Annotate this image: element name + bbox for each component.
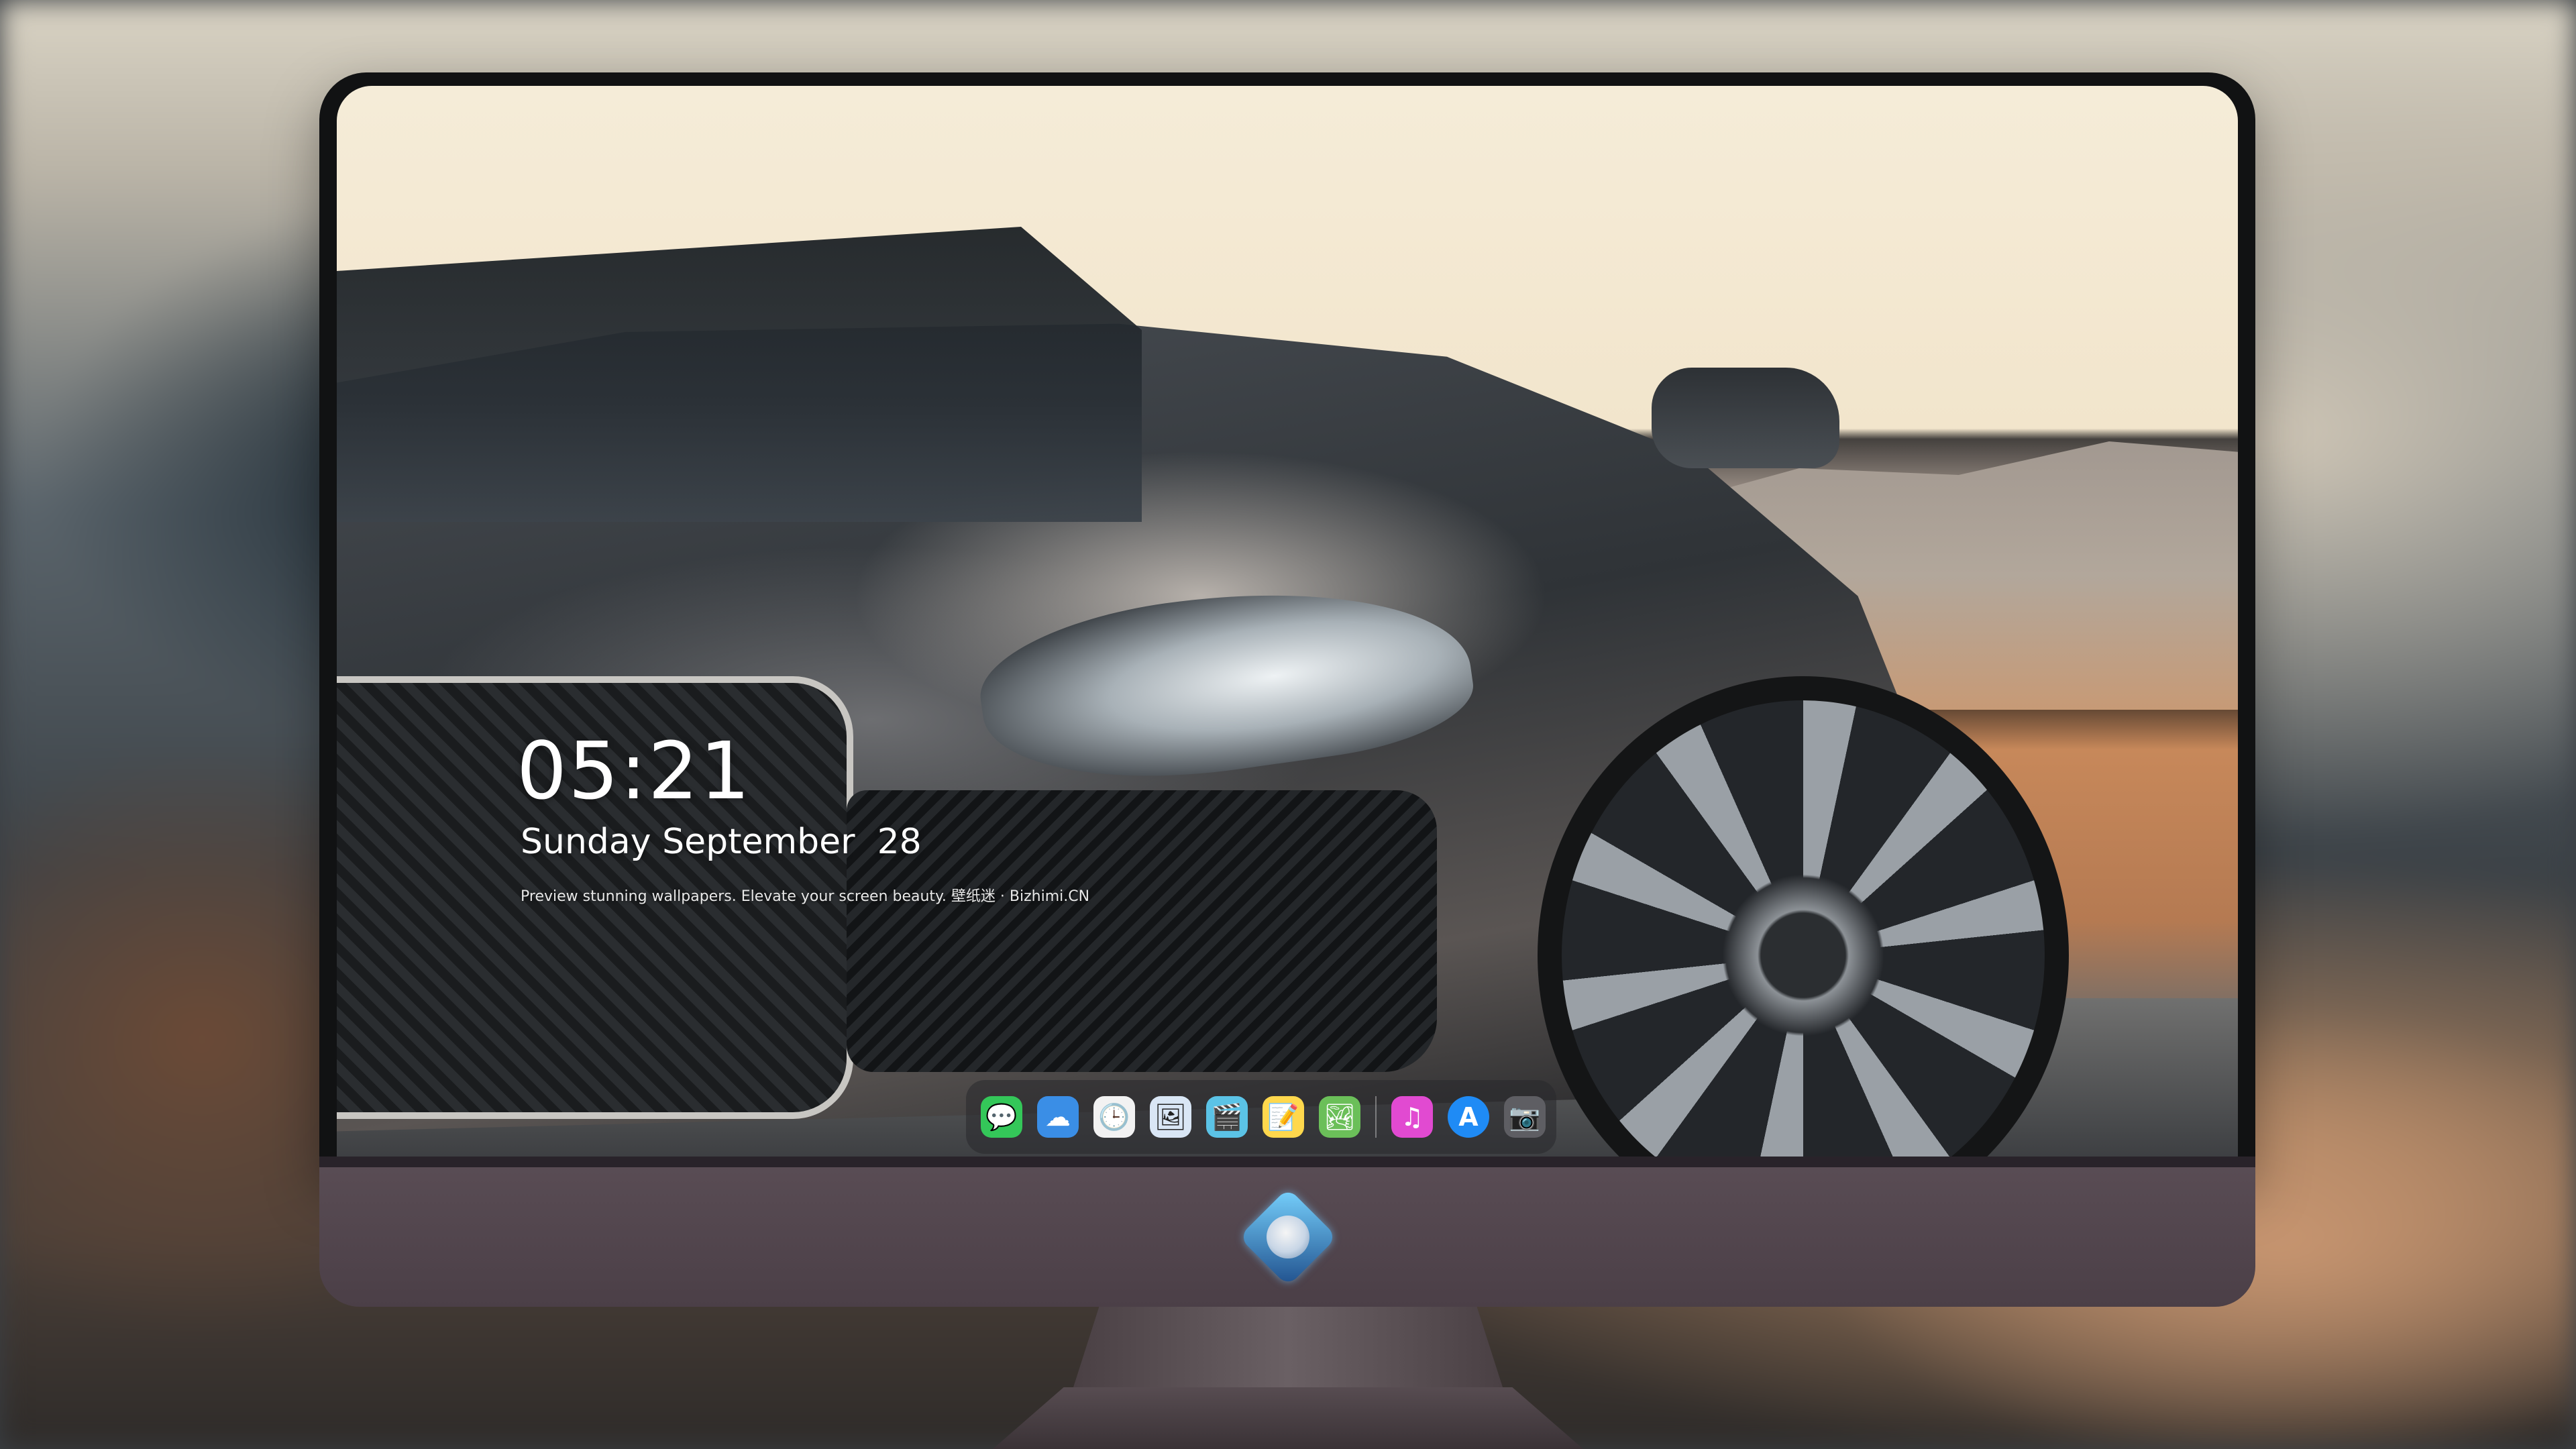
monitor-chin-edge bbox=[319, 1157, 2255, 1167]
camera-icon[interactable]: 📷 bbox=[1504, 1096, 1546, 1138]
photo-stack-icon[interactable]: 🏞 bbox=[1319, 1096, 1360, 1138]
photo-viewer-icon[interactable]: 🖼 bbox=[1150, 1096, 1191, 1138]
dock: 💬 ☁ 🕒 🖼 🎬 📝 🏞 ♫ A 📷 bbox=[966, 1080, 1556, 1154]
brand-logo-center-icon bbox=[1267, 1216, 1309, 1258]
lockscreen-clock: 05:21 bbox=[517, 724, 752, 817]
music-note-icon[interactable]: ♫ bbox=[1391, 1096, 1433, 1138]
monitor-screen bbox=[337, 86, 2238, 1157]
wallpaper-car-intake bbox=[847, 790, 1437, 1072]
messages-icon[interactable]: 💬 bbox=[981, 1096, 1022, 1138]
clapperboard-icon[interactable]: 🎬 bbox=[1206, 1096, 1248, 1138]
dock-separator bbox=[1375, 1096, 1377, 1138]
monitor-stand-base bbox=[993, 1387, 1583, 1449]
lockscreen-date: Sunday September 28 bbox=[521, 822, 922, 862]
monitor-stand-neck bbox=[1073, 1307, 1503, 1387]
app-store-icon[interactable]: A bbox=[1448, 1096, 1489, 1138]
clock-icon[interactable]: 🕒 bbox=[1093, 1096, 1135, 1138]
wallpaper-car-windshield bbox=[337, 227, 1142, 522]
weather-icon[interactable]: ☁ bbox=[1037, 1096, 1079, 1138]
notes-icon[interactable]: 📝 bbox=[1263, 1096, 1304, 1138]
lockscreen-tagline: Preview stunning wallpapers. Elevate you… bbox=[521, 888, 1090, 905]
wallpaper-car-mirror bbox=[1652, 368, 1839, 468]
